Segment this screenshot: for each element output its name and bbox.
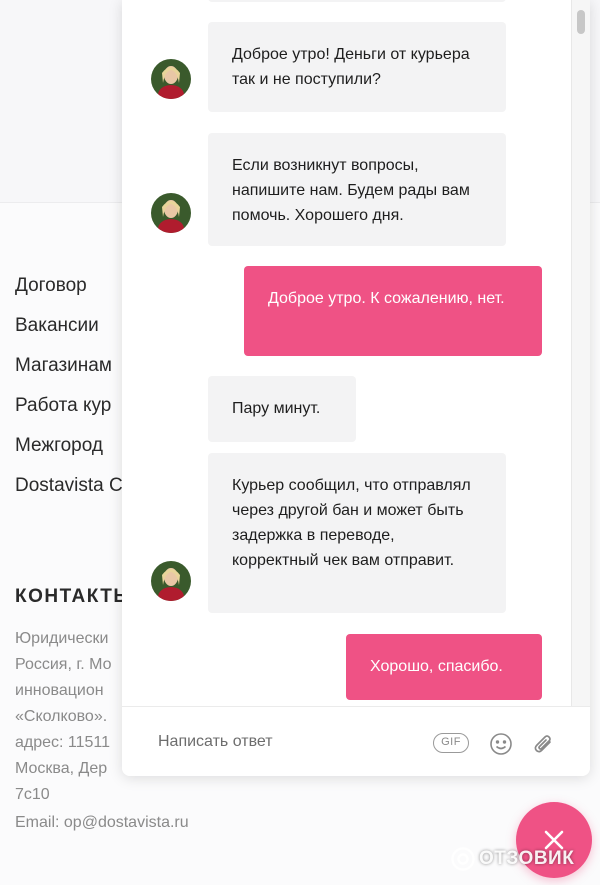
message-list: Доброе утро! Деньги от курьера так и не … (122, 0, 572, 706)
footer-link-vacancies[interactable]: Вакансии (15, 306, 123, 346)
contacts-email[interactable]: Email: op@dostavista.ru (15, 814, 189, 832)
message-bubble-outgoing: Хорошо, спасибо. (346, 634, 542, 700)
smiley-icon[interactable] (489, 732, 513, 761)
footer-link-shops[interactable]: Магазинам (15, 346, 123, 386)
watermark: ОТЗОВИК (450, 846, 574, 872)
gif-button[interactable]: GIF (433, 733, 469, 753)
message-bubble-outgoing: Доброе утро. К сожалению, нет. (244, 266, 542, 356)
footer-link-contract[interactable]: Договор (15, 266, 123, 306)
watermark-logo-icon (451, 847, 475, 871)
agent-avatar (151, 59, 191, 99)
previous-message-edge (208, 0, 506, 2)
contacts-line: 7с10 (15, 786, 50, 803)
scrollbar-thumb[interactable] (577, 10, 585, 34)
paperclip-icon[interactable] (531, 731, 555, 762)
reply-input[interactable]: Написать ответ (158, 733, 273, 751)
reply-composer: Написать ответ GIF (122, 706, 590, 776)
message-bubble-incoming: Если возникнут вопросы, напишите нам. Бу… (208, 133, 506, 246)
contacts-heading: КОНТАКТЫ (15, 586, 134, 607)
watermark-text: ОТЗОВИК (479, 848, 575, 869)
footer-nav: Договор Вакансии Магазинам Работа кур Ме… (15, 266, 123, 506)
footer-link-intercity[interactable]: Межгород (15, 426, 123, 466)
message-bubble-incoming: Курьер сообщил, что отправлял через друг… (208, 453, 506, 613)
footer-link-dostavista[interactable]: Dostavista С (15, 466, 123, 506)
agent-avatar (151, 193, 191, 233)
chat-window: Доброе утро! Деньги от курьера так и не … (122, 0, 590, 776)
agent-avatar (151, 561, 191, 601)
chat-scrollbar[interactable] (571, 0, 590, 706)
message-bubble-incoming: Доброе утро! Деньги от курьера так и не … (208, 22, 506, 112)
message-bubble-incoming: Пару минут. (208, 376, 356, 442)
footer-link-courier-work[interactable]: Работа кур (15, 386, 123, 426)
